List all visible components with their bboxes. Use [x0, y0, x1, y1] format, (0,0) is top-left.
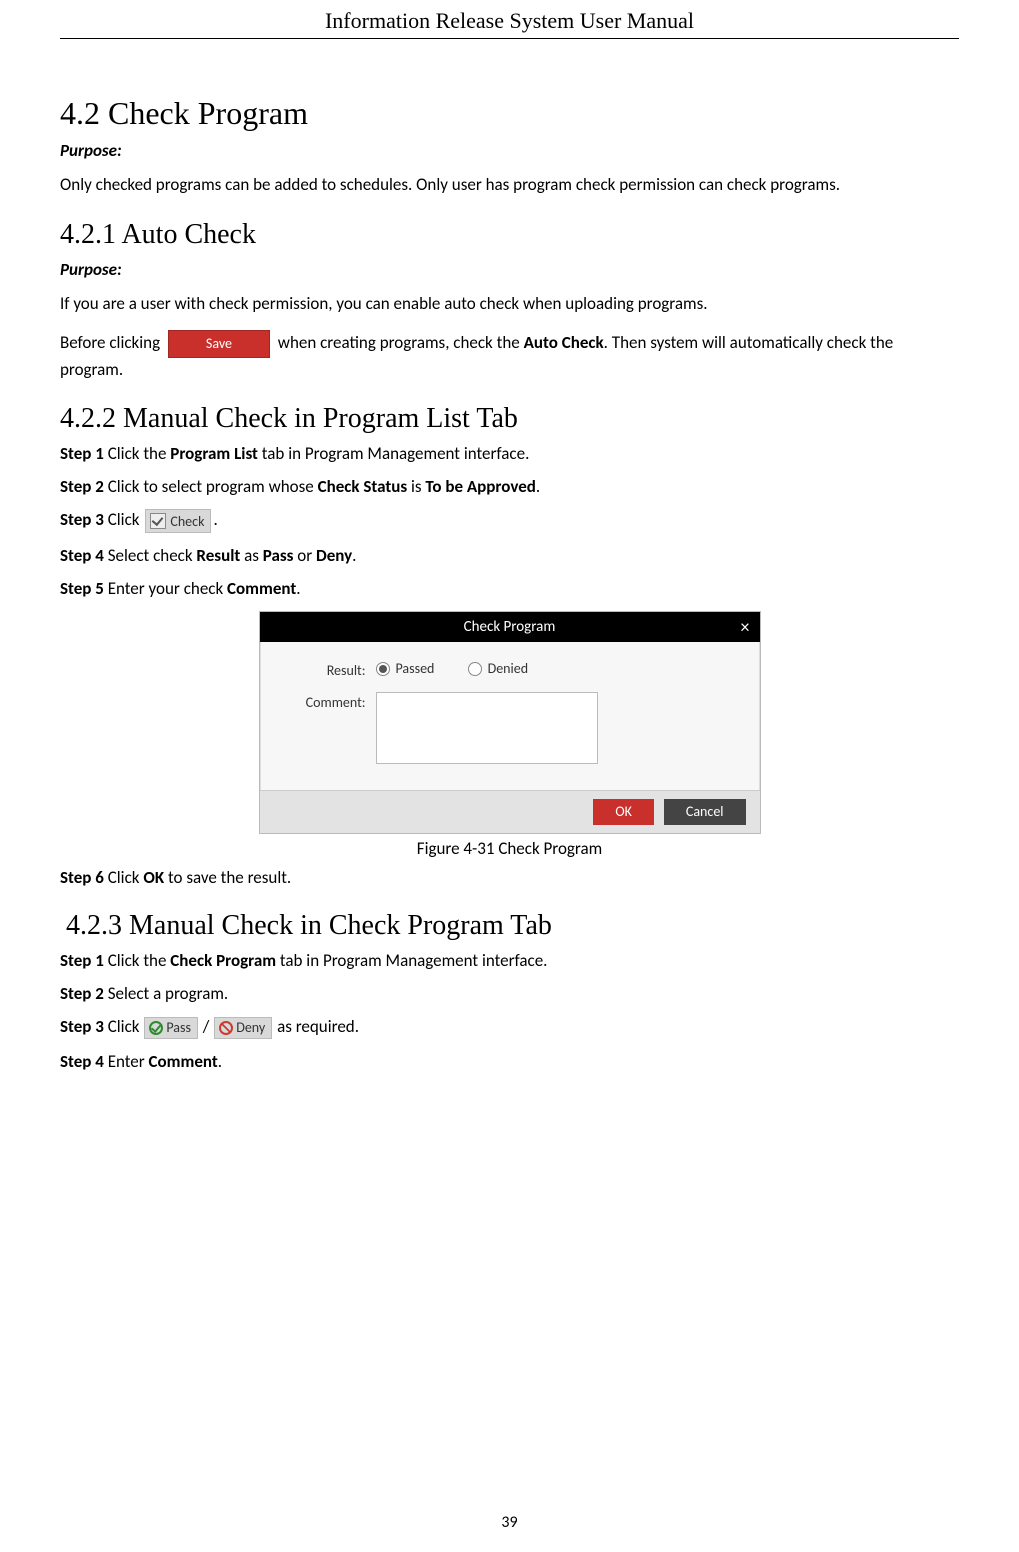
text-fragment: Click the [104, 950, 170, 971]
bold-text: Check Program [170, 950, 276, 971]
step-number: Step 4 [60, 545, 104, 566]
save-button[interactable]: Save [168, 330, 270, 358]
check-button-label: Check [170, 513, 204, 530]
purpose-text-4-2: Only checked programs can be added to sc… [60, 173, 959, 197]
text-fragment: Before clicking [60, 332, 164, 353]
text-fragment: . [296, 578, 300, 599]
figure-caption: Figure 4-31 Check Program [60, 838, 959, 859]
text-fragment: Enter [104, 1051, 149, 1072]
cancel-button[interactable]: Cancel [664, 799, 746, 825]
bold-text: Deny [316, 545, 352, 566]
result-label: Result: [286, 660, 376, 679]
purpose-label: Purpose: [60, 259, 959, 280]
text-fragment: as required. [277, 1016, 359, 1037]
radio-icon [376, 662, 390, 676]
text-fragment: tab in Program Management interface. [258, 443, 529, 464]
check-program-dialog: Check Program × Result: Passed [259, 611, 761, 834]
heading-4-2-1: 4.2.1 Auto Check [60, 219, 959, 251]
text-fragment: Click [104, 509, 143, 530]
step-row: Step 5 Enter your check Comment. [60, 578, 959, 599]
purpose-label: Purpose: [60, 140, 959, 161]
auto-check-paragraph: Before clicking Save when creating progr… [60, 330, 959, 382]
step-number: Step 6 [60, 867, 104, 888]
bold-text: OK [143, 867, 164, 888]
check-button[interactable]: Check [145, 509, 211, 533]
purpose-text-4-2-1: If you are a user with check permission,… [60, 292, 959, 316]
deny-button[interactable]: Deny [214, 1017, 272, 1039]
text-fragment: as [240, 545, 262, 566]
check-icon [150, 513, 166, 529]
step-row: Step 2 Click to select program whose Che… [60, 476, 959, 497]
step-number: Step 1 [60, 950, 104, 971]
page-number: 39 [0, 1513, 1019, 1532]
running-header: Information Release System User Manual [60, 0, 959, 39]
step-row: Step 2 Select a program. [60, 983, 959, 1004]
step-row: Step 3 Click Pass / Deny as required. [60, 1016, 959, 1039]
step-number: Step 2 [60, 476, 104, 497]
text-fragment: to save the result. [164, 867, 291, 888]
step-number: Step 4 [60, 1051, 104, 1072]
text-fragment: Click to select program whose [104, 476, 318, 497]
bold-text: Program List [170, 443, 258, 464]
step-number: Step 3 [60, 1016, 104, 1037]
radio-passed[interactable]: Passed [376, 660, 435, 677]
text-fragment: . [213, 509, 217, 530]
heading-4-2-2: 4.2.2 Manual Check in Program List Tab [60, 403, 959, 435]
pass-button-label: Pass [166, 1019, 191, 1036]
dialog-title: Check Program [464, 618, 556, 636]
text-fragment: Click the [104, 443, 170, 464]
comment-label: Comment: [286, 692, 376, 711]
radio-icon [468, 662, 482, 676]
bold-text: Result [196, 545, 240, 566]
text-fragment: . [352, 545, 356, 566]
step-row: Step 1 Click the Check Program tab in Pr… [60, 950, 959, 971]
close-icon[interactable]: × [741, 612, 750, 642]
bold-text: To be Approved [425, 476, 536, 497]
text-fragment: or [293, 545, 316, 566]
text-fragment: when creating programs, check the [278, 332, 524, 353]
step-number: Step 5 [60, 578, 104, 599]
text-fragment: is [407, 476, 425, 497]
ok-button[interactable]: OK [593, 799, 654, 825]
text-fragment: / [199, 1016, 213, 1037]
heading-4-2: 4.2 Check Program [60, 95, 959, 132]
dialog-title-bar: Check Program × [260, 612, 760, 642]
comment-textarea[interactable] [376, 692, 598, 764]
bold-text: Comment [149, 1051, 218, 1072]
step-row: Step 6 Click OK to save the result. [60, 867, 959, 888]
step-row: Step 4 Enter Comment. [60, 1051, 959, 1072]
step-number: Step 3 [60, 509, 104, 530]
deny-button-label: Deny [236, 1019, 265, 1036]
bold-text: Check Status [318, 476, 408, 497]
text-fragment: Enter your check [104, 578, 227, 599]
step-row: Step 1 Click the Program List tab in Pro… [60, 443, 959, 464]
text-fragment: . [218, 1051, 222, 1072]
bold-text: Comment [227, 578, 296, 599]
bold-text: Pass [263, 545, 294, 566]
text-fragment: tab in Program Management interface. [276, 950, 547, 971]
step-row: Step 4 Select check Result as Pass or De… [60, 545, 959, 566]
text-fragment: Click [104, 867, 143, 888]
radio-label: Passed [396, 660, 435, 677]
radio-denied[interactable]: Denied [468, 660, 528, 677]
deny-icon [219, 1021, 233, 1035]
text-fragment: Select a program. [104, 983, 228, 1004]
step-row: Step 3 Click Check . [60, 509, 959, 533]
text-fragment: Select check [104, 545, 197, 566]
step-number: Step 2 [60, 983, 104, 1004]
text-fragment: . [536, 476, 540, 497]
bold-text: Auto Check [524, 332, 604, 353]
radio-label: Denied [488, 660, 528, 677]
pass-button[interactable]: Pass [144, 1017, 198, 1039]
heading-4-2-3: 4.2.3 Manual Check in Check Program Tab [66, 910, 959, 942]
step-number: Step 1 [60, 443, 104, 464]
text-fragment: Click [104, 1016, 143, 1037]
pass-icon [149, 1021, 163, 1035]
